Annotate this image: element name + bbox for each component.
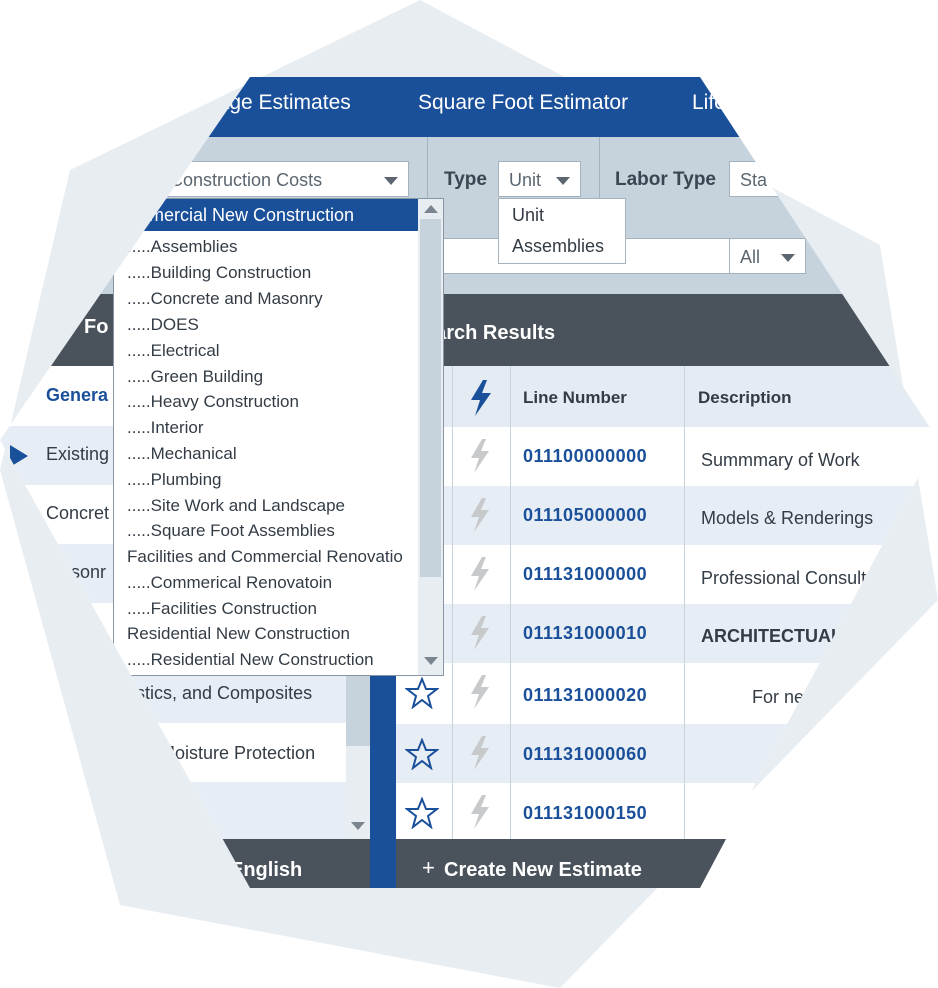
caret-down-icon	[781, 254, 795, 262]
type-label: Type	[444, 169, 487, 190]
column-line-number[interactable]: Line Number	[523, 388, 627, 408]
catalog-option[interactable]: .....Heavy Construction	[127, 392, 299, 412]
scroll-down-icon[interactable]	[351, 822, 365, 830]
search-scope-select[interactable]: All	[729, 238, 806, 274]
line-description: Professional Consult	[701, 568, 867, 588]
result-row[interactable]: 011105000000 Models & Renderings	[396, 486, 938, 545]
type-option-unit[interactable]: Unit	[512, 205, 544, 226]
column-description[interactable]: Description	[698, 388, 792, 408]
catalog-option[interactable]: .....Assemblies	[127, 237, 238, 257]
division-label: Existing	[46, 444, 110, 464]
lightning-bolt-icon[interactable]	[469, 795, 491, 829]
column-divider	[684, 366, 685, 839]
lightning-bolt-icon[interactable]	[469, 498, 491, 532]
star-icon[interactable]	[405, 677, 439, 709]
catalog-option[interactable]: .....Facilities Construction	[127, 599, 317, 619]
line-number[interactable]: 011131000150	[523, 803, 647, 824]
line-number[interactable]: 011131000020	[523, 685, 647, 706]
catalog-option[interactable]: .....DOES	[127, 315, 199, 335]
line-description: Models & Renderings	[701, 508, 874, 528]
result-row[interactable]: 011100000000 Summmary of Work	[396, 427, 938, 486]
catalog-option[interactable]: .....Interior	[127, 418, 204, 438]
catalog-option[interactable]: .....Building Construction	[127, 263, 311, 283]
column-divider	[510, 366, 511, 839]
scroll-down-icon[interactable]	[424, 657, 438, 665]
catalog-option-label: mmercial New Construction	[134, 205, 355, 225]
caret-down-icon	[384, 177, 398, 185]
line-description: Summmary of Work	[701, 450, 860, 470]
catalog-option[interactable]: .....Square Foot Assemblies	[127, 521, 335, 541]
type-select[interactable]: Unit	[498, 161, 581, 197]
catalog-option[interactable]: .....Electrical	[127, 341, 220, 361]
column-divider	[452, 366, 453, 839]
lightning-bolt-icon[interactable]	[469, 557, 491, 591]
labor-type-label: Labor Type	[615, 169, 716, 190]
catalog-option[interactable]: .....Site Work and Landscape	[127, 496, 345, 516]
catalog-option[interactable]: Facilities and Commercial Renovatio	[127, 547, 403, 567]
catalog-dropdown-list: mmercial New Construction .....Assemblie…	[113, 198, 444, 676]
star-icon[interactable]	[405, 797, 439, 829]
catalog-option[interactable]: .....Concrete and Masonry	[127, 289, 323, 309]
catalog-option[interactable]: Residential New Construction	[127, 624, 350, 644]
catalog-option[interactable]: .....Green Building	[127, 367, 263, 387]
caret-down-icon	[556, 177, 570, 185]
scrollbar-thumb[interactable]	[420, 219, 441, 577]
results-column-header: Line Number Description	[396, 366, 938, 427]
star-icon[interactable]	[405, 738, 439, 770]
catalog-option[interactable]: .....Mechanical	[127, 444, 237, 464]
type-option-assemblies[interactable]: Assemblies	[512, 236, 604, 257]
lightning-bolt-icon[interactable]	[469, 675, 491, 709]
division-label: Concret	[46, 503, 110, 523]
panel-divider	[370, 640, 396, 888]
line-number[interactable]: 011131000000	[523, 564, 647, 585]
lightning-bolt-icon[interactable]	[469, 380, 493, 416]
create-new-estimate-label: Create New Estimate	[444, 859, 642, 881]
line-number[interactable]: 011105000000	[523, 505, 647, 526]
lightning-bolt-icon[interactable]	[469, 736, 491, 770]
catalog-option[interactable]: .....Plumbing	[127, 470, 222, 490]
left-panel-title: Fo	[84, 316, 109, 338]
line-number[interactable]: 011100000000	[523, 446, 647, 467]
lightning-bolt-icon[interactable]	[469, 616, 491, 650]
catalog-scrollbar[interactable]	[418, 199, 443, 675]
search-scope-value: All	[740, 247, 761, 267]
type-select-value: Unit	[509, 170, 542, 190]
type-options-list: Unit Assemblies	[498, 198, 626, 264]
tab-square-foot-estimator[interactable]: Square Foot Estimator	[418, 91, 628, 115]
catalog-option[interactable]: .....Commerical Renovatoin	[127, 573, 332, 593]
catalog-option[interactable]: .....Residential New Construction	[127, 650, 374, 670]
scroll-up-icon[interactable]	[424, 205, 438, 213]
division-label: Genera	[46, 385, 109, 405]
line-number[interactable]: 011131000060	[523, 744, 647, 765]
line-number[interactable]: 011131000010	[523, 623, 647, 644]
plus-icon: +	[422, 855, 435, 880]
lightning-bolt-icon[interactable]	[469, 439, 491, 473]
